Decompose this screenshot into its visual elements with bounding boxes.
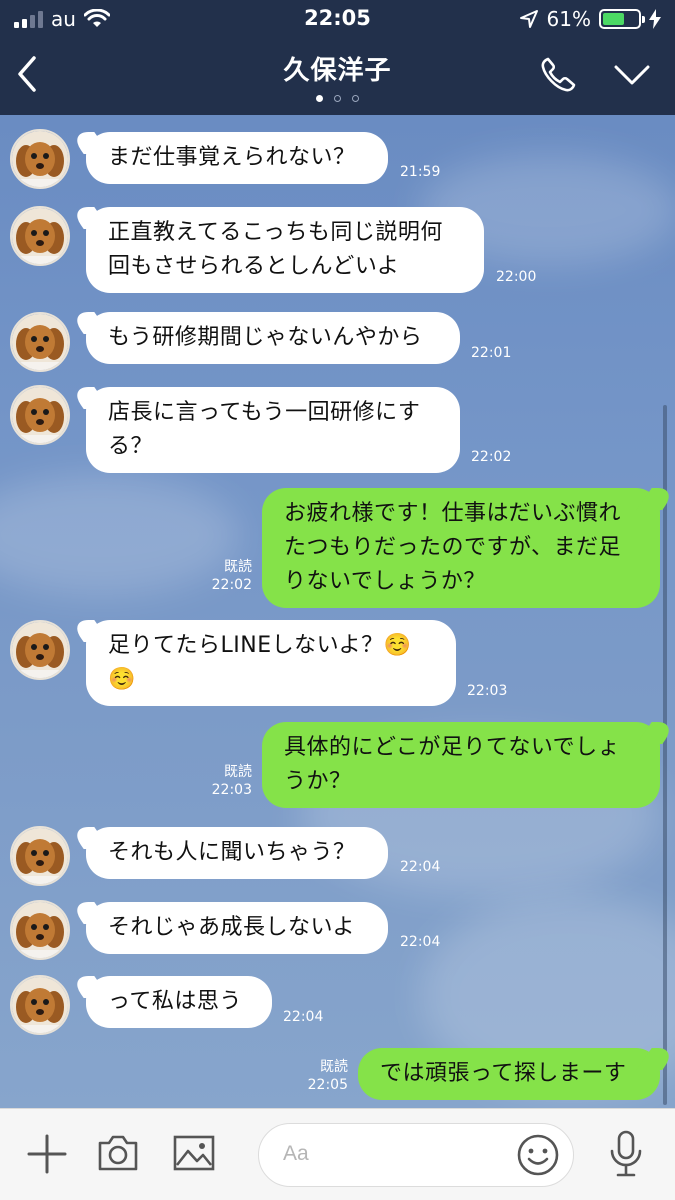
avatar[interactable] <box>10 975 70 1035</box>
page-dot <box>316 95 323 102</box>
read-label: 既読 <box>320 1059 348 1075</box>
read-label: 既読 <box>224 559 252 575</box>
image-icon[interactable] <box>172 1133 216 1173</box>
message-bubble: もう研修期間じゃないんやから <box>86 312 460 364</box>
message-bubble: って私は思う <box>86 976 272 1028</box>
microphone-icon[interactable] <box>606 1129 646 1179</box>
message-time: 22:04 <box>400 859 441 875</box>
chat-header: 久保洋子 <box>0 38 675 115</box>
page-dot <box>334 95 341 102</box>
message-time: 22:03 <box>211 782 252 798</box>
message-bubble: 足りてたらLINEしないよ？☺️☺️ <box>86 620 456 706</box>
chat-area[interactable]: まだ仕事覚えられない？ 21:59 正直教えてるこっちも同じ説明何回もさせられる… <box>0 115 675 1108</box>
message-input[interactable]: Aa <box>258 1123 574 1187</box>
message-time: 22:01 <box>471 345 512 361</box>
message-time: 22:04 <box>283 1009 324 1025</box>
message-bubble: 正直教えてるこっちも同じ説明何回もさせられるとしんどいよ <box>86 207 484 293</box>
page-indicator <box>0 95 675 102</box>
read-receipt: 既読 22:03 <box>200 763 252 799</box>
scrollbar[interactable] <box>663 405 667 1105</box>
message-time: 22:04 <box>400 934 441 950</box>
avatar[interactable] <box>10 385 70 445</box>
status-bar: au 22:05 61% <box>0 0 675 38</box>
avatar[interactable] <box>10 826 70 886</box>
emoji-icon[interactable] <box>515 1132 561 1178</box>
message-time: 22:00 <box>496 269 537 285</box>
message-bubble: それじゃあ成長しないよ <box>86 902 388 954</box>
read-receipt: 既読 22:02 <box>200 558 252 594</box>
message-bubble: では頑張って探しまーす <box>358 1048 660 1100</box>
charging-bolt-icon <box>649 9 661 29</box>
page-dot <box>352 95 359 102</box>
message-bubble: 具体的にどこが足りてないでしょうか？ <box>262 722 660 808</box>
phone-icon[interactable] <box>539 56 577 94</box>
battery-icon <box>599 9 645 29</box>
message-time: 22:02 <box>211 577 252 593</box>
camera-icon[interactable] <box>96 1133 140 1173</box>
avatar[interactable] <box>10 129 70 189</box>
avatar[interactable] <box>10 620 70 680</box>
read-label: 既読 <box>224 764 252 780</box>
battery-percent: 61% <box>546 7 591 31</box>
message-bubble: まだ仕事覚えられない？ <box>86 132 388 184</box>
input-bar: Aa <box>0 1108 675 1200</box>
message-time: 22:03 <box>467 683 508 699</box>
message-bubble: お疲れ様です！仕事はだいぶ慣れたつもりだったのですが、まだ足りないでしょうか？ <box>262 488 660 608</box>
chevron-down-icon[interactable] <box>613 64 651 86</box>
message-time: 21:59 <box>400 164 441 180</box>
location-arrow-icon <box>519 10 538 28</box>
message-bubble: 店長に言ってもう一回研修にする？ <box>86 387 460 473</box>
message-time: 22:05 <box>307 1077 348 1093</box>
message-bubble: それも人に聞いちゃう？ <box>86 827 388 879</box>
input-placeholder: Aa <box>283 1142 309 1165</box>
read-receipt: 既読 22:05 <box>296 1058 348 1094</box>
plus-icon[interactable] <box>26 1133 68 1175</box>
avatar[interactable] <box>10 312 70 372</box>
status-right: 61% <box>519 6 661 32</box>
avatar[interactable] <box>10 900 70 960</box>
avatar[interactable] <box>10 206 70 266</box>
message-time: 22:02 <box>471 449 512 465</box>
